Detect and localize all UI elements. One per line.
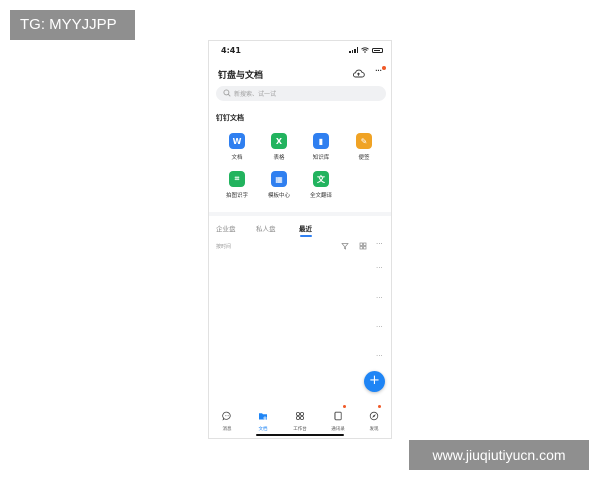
- sort-label[interactable]: 按时间: [216, 243, 231, 250]
- translate-icon: 文: [313, 171, 329, 187]
- grid-view-icon[interactable]: [359, 242, 367, 250]
- tile-note[interactable]: ✎ 便签: [342, 133, 386, 161]
- tabbar-label: 通讯录: [331, 427, 345, 432]
- search-input[interactable]: 新搜索、试一试: [216, 86, 386, 101]
- tabbar-item-workbench[interactable]: 工作台: [285, 406, 315, 432]
- phone-screen: 4:41 钉盘与文档 ··· 新搜索、试一试 钉钉文档 W 文档 X 表格 ▮ …: [208, 40, 392, 439]
- template-icon: ▦: [271, 171, 287, 187]
- tile-label: 全文翻译: [309, 193, 332, 199]
- row-more-icon[interactable]: ···: [376, 352, 383, 360]
- tab-underline: [300, 235, 312, 237]
- filter-icon[interactable]: [341, 242, 349, 250]
- search-placeholder: 新搜索、试一试: [234, 91, 277, 98]
- ocr-icon: ⌗: [229, 171, 245, 187]
- tab-recent[interactable]: 最近: [299, 223, 312, 233]
- watermark-bottom: www.jiuqiutiyucn.com: [409, 440, 589, 470]
- doc-icon: W: [229, 133, 245, 149]
- knowledge-icon: ▮: [313, 133, 329, 149]
- tabbar-label: 文档: [258, 427, 268, 432]
- battery-icon: [372, 47, 383, 53]
- note-icon: ✎: [356, 133, 372, 149]
- tile-knowledge[interactable]: ▮ 知识库: [299, 133, 343, 161]
- chat-icon: [222, 411, 231, 421]
- tabbar-label: 消息: [222, 427, 232, 432]
- section-title: 钉钉文档: [216, 114, 244, 122]
- section-divider: [209, 212, 391, 216]
- contacts-icon: [334, 411, 342, 421]
- discover-badge-dot: [378, 405, 381, 408]
- tile-translate[interactable]: 文 全文翻译: [299, 171, 343, 199]
- tabbar-label: 工作台: [293, 427, 307, 432]
- status-icons: [349, 47, 383, 53]
- tile-label: 模板中心: [267, 193, 290, 199]
- tile-label: 知识库: [312, 155, 330, 161]
- tile-label: 表格: [273, 155, 285, 161]
- row-more-icon[interactable]: ···: [376, 264, 383, 272]
- tabbar-item-messages[interactable]: 消息: [212, 406, 242, 432]
- tabbar-label: 发现: [369, 427, 379, 432]
- wifi-icon: [361, 47, 369, 53]
- contacts-badge-dot: [343, 405, 346, 408]
- tab-private[interactable]: 私人盘: [256, 223, 276, 233]
- watermark-top: TG: MYYJJPP: [10, 10, 135, 40]
- home-indicator: [256, 434, 344, 436]
- tabbar-item-contacts[interactable]: 通讯录: [323, 406, 353, 432]
- notification-dot: [382, 66, 386, 70]
- status-time: 4:41: [221, 46, 241, 55]
- tile-label: 拍图识字: [225, 193, 248, 199]
- sheet-icon: X: [271, 133, 287, 149]
- tabbar-item-discover[interactable]: 发现: [359, 406, 389, 432]
- compass-icon: [369, 411, 379, 421]
- cloud-upload-icon[interactable]: [352, 67, 365, 80]
- search-icon: [223, 89, 231, 97]
- folder-icon: [259, 413, 267, 420]
- tile-template[interactable]: ▦ 模板中心: [257, 171, 301, 199]
- apps-icon: [295, 411, 305, 421]
- row-more-icon[interactable]: ···: [376, 294, 383, 302]
- drive-tabs: 企业盘 私人盘 最近: [209, 221, 391, 239]
- tile-label: 便签: [358, 155, 370, 161]
- header: 钉盘与文档 ···: [209, 63, 391, 85]
- sort-bar: 按时间 ···: [209, 240, 391, 254]
- add-button[interactable]: +: [364, 371, 385, 392]
- signal-icon: [349, 47, 358, 53]
- tile-sheet[interactable]: X 表格: [257, 133, 301, 161]
- tile-label: 文档: [231, 155, 243, 161]
- row-more-icon[interactable]: ···: [376, 323, 383, 331]
- tabbar-item-docs[interactable]: 文档: [248, 406, 278, 432]
- tile-ocr[interactable]: ⌗ 拍图识字: [215, 171, 259, 199]
- status-bar: 4:41: [209, 41, 391, 61]
- tile-doc[interactable]: W 文档: [215, 133, 259, 161]
- tab-enterprise[interactable]: 企业盘: [216, 223, 236, 233]
- sort-more-icon[interactable]: ···: [376, 240, 383, 248]
- page-title: 钉盘与文档: [218, 71, 264, 81]
